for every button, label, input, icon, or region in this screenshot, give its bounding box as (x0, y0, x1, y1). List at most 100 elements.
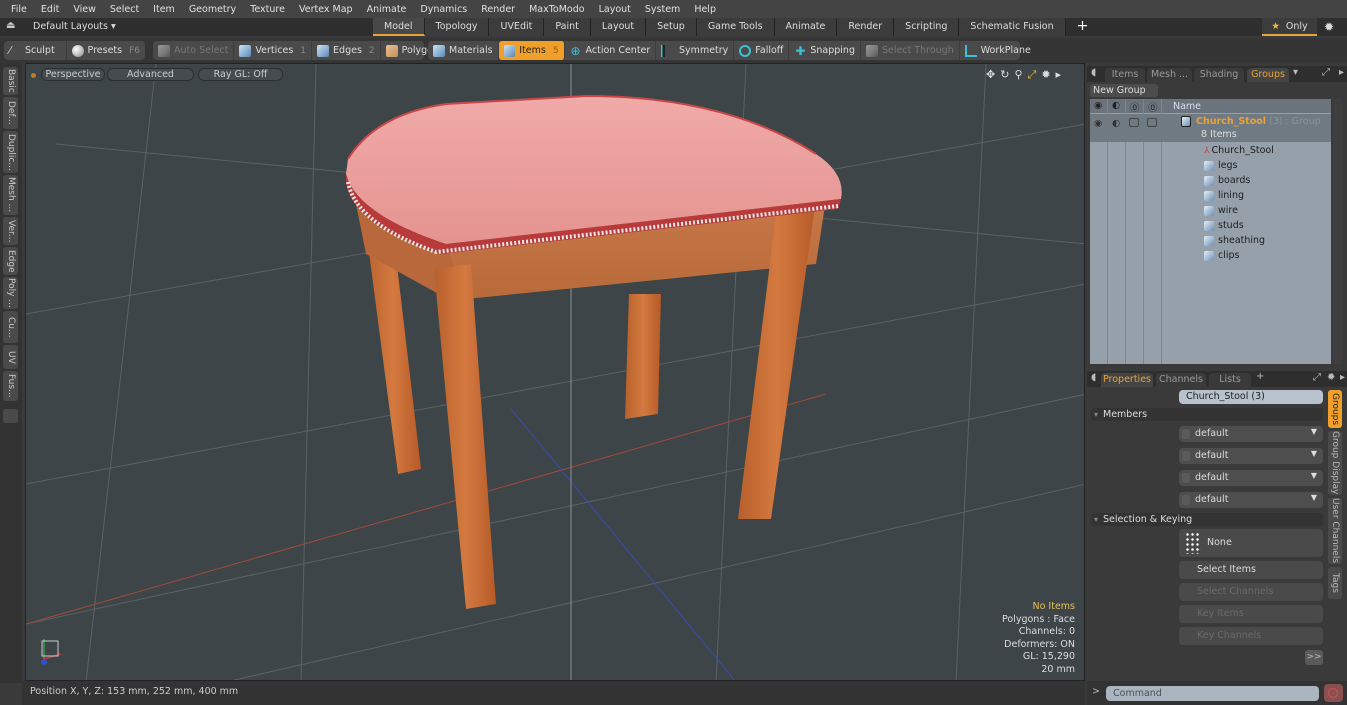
menu-edit[interactable]: Edit (34, 4, 66, 15)
tab-mesh[interactable]: Mesh ... (1147, 68, 1192, 82)
tab-lists[interactable]: Lists (1209, 373, 1251, 387)
expand-button[interactable]: >> (1305, 650, 1323, 665)
only-toggle[interactable]: ★ Only (1262, 18, 1317, 36)
list-item[interactable]: clips (1090, 248, 1331, 263)
list-item[interactable]: lining (1090, 188, 1331, 203)
render-toggle-icon[interactable]: ◐ (1112, 118, 1120, 129)
visible-dropdown[interactable]: default ▼ (1179, 426, 1323, 442)
tab-scripting[interactable]: Scripting (894, 18, 960, 36)
left-tab-edge[interactable]: Edge (3, 247, 18, 275)
group-list-scrollbar[interactable] (1333, 99, 1343, 364)
tab-properties[interactable]: Properties (1101, 373, 1153, 387)
menu-animate[interactable]: Animate (360, 4, 414, 15)
home-icon[interactable]: ⏏ (6, 20, 18, 34)
tab-topology[interactable]: Topology (424, 18, 490, 36)
list-item[interactable]: wire (1090, 203, 1331, 218)
left-tab-polygon[interactable]: Poly ... (3, 277, 18, 309)
action-center-button[interactable]: ⊕ Action Center (565, 41, 657, 60)
viewport-arrow-icon[interactable]: ▸ (1056, 68, 1062, 82)
left-tab-extra[interactable] (3, 409, 18, 423)
group-row-church-stool[interactable]: ◉ ◐ Church_Stool (3) : Group 8 Items (1090, 114, 1331, 142)
menu-geometry[interactable]: Geometry (182, 4, 243, 15)
panel-arrow-icon[interactable]: ▸ (1340, 372, 1345, 383)
tabs-dropdown-icon[interactable]: ▾ (1293, 67, 1298, 78)
locked-dropdown[interactable]: default ▼ (1179, 492, 1323, 508)
sculpt-button[interactable]: ⁄ Sculpt (4, 41, 67, 60)
menu-system[interactable]: System (638, 4, 687, 15)
presets-button[interactable]: Presets F6 (67, 41, 145, 60)
viewport-gear-icon[interactable]: ✹ (1041, 68, 1050, 82)
menu-file[interactable]: File (4, 4, 34, 15)
left-tab-deform[interactable]: Def... (3, 97, 18, 129)
members-section[interactable]: Members (1091, 408, 1323, 421)
list-item[interactable]: ⅄ Church_Stool (1090, 143, 1331, 158)
menu-render[interactable]: Render (474, 4, 522, 15)
side-tab-user-channels[interactable]: User Channels (1328, 498, 1342, 564)
panel-menu-icon[interactable]: ◖ (1091, 372, 1096, 383)
viewport-menu-dot[interactable] (31, 73, 36, 78)
group-name-field[interactable]: Church_Stool (3) (1179, 390, 1323, 404)
command-input[interactable]: Command (1106, 686, 1319, 701)
select-toggle[interactable] (1129, 118, 1139, 127)
add-tab-button[interactable]: + (1066, 18, 1089, 36)
select-through-button[interactable]: Select Through (861, 41, 960, 60)
left-tab-vertex[interactable]: Ver... (3, 217, 18, 245)
menu-layout[interactable]: Layout (592, 4, 638, 15)
materials-button[interactable]: Materials (428, 41, 499, 60)
menu-help[interactable]: Help (687, 4, 723, 15)
left-tab-duplicate[interactable]: Duplic... (3, 131, 18, 173)
edges-button[interactable]: Edges 2 (312, 41, 381, 60)
tab-shading[interactable]: Shading (1194, 68, 1244, 82)
menu-item[interactable]: Item (146, 4, 182, 15)
panel-gear-icon[interactable]: ✹ (1327, 372, 1335, 383)
gear-icon[interactable]: ✹ (1324, 20, 1334, 34)
select-items-button[interactable]: Select Items (1179, 561, 1323, 579)
list-item[interactable]: legs (1090, 158, 1331, 173)
shading-dropdown[interactable]: Advanced (107, 68, 194, 81)
left-tab-mesh[interactable]: Mesh ... (3, 175, 18, 215)
rotate-icon[interactable]: ↻ (1000, 68, 1009, 82)
symmetry-button[interactable]: Symmetry (656, 41, 735, 60)
render-column-icon[interactable]: ◐ (1112, 100, 1120, 111)
left-tab-curve[interactable]: Cu... (3, 311, 18, 343)
menu-vertex-map[interactable]: Vertex Map (292, 4, 360, 15)
select-channels-button[interactable]: Select Channels (1179, 583, 1323, 601)
expand-panel-icon[interactable]: ⤢ (1313, 372, 1321, 383)
tab-render[interactable]: Render (837, 18, 895, 36)
default-layouts-dropdown[interactable]: Default Layouts ▾ (33, 21, 116, 32)
vertices-button[interactable]: Vertices 1 (234, 41, 313, 60)
list-item[interactable]: boards (1090, 173, 1331, 188)
select-column-icon[interactable]: ⓪ (1130, 100, 1140, 114)
tab-schematic-fusion[interactable]: Schematic Fusion (959, 18, 1066, 36)
visibility-column-icon[interactable]: ◉ (1094, 100, 1102, 111)
workplane-button[interactable]: WorkPlane (960, 41, 1036, 60)
render-dropdown[interactable]: default ▼ (1179, 448, 1323, 464)
key-items-button[interactable]: Key Items (1179, 605, 1323, 623)
maximize-icon[interactable]: ⤢ (1028, 68, 1037, 82)
menu-select[interactable]: Select (103, 4, 146, 15)
expand-panel-icon[interactable]: ⤢ (1322, 67, 1330, 78)
left-tab-fusion[interactable]: Fus... (3, 371, 18, 401)
side-tab-groups[interactable]: Groups (1328, 390, 1342, 428)
tab-channels[interactable]: Channels (1156, 373, 1206, 387)
panel-menu-icon[interactable]: ◖ (1091, 67, 1096, 78)
tab-items[interactable]: Items (1105, 68, 1145, 82)
menu-maxtomodo[interactable]: MaxToModo (522, 4, 592, 15)
lock-column-icon[interactable]: ⓪ (1148, 100, 1158, 114)
tab-setup[interactable]: Setup (646, 18, 697, 36)
panel-arrow-icon[interactable]: ▸ (1339, 67, 1344, 78)
snapping-button[interactable]: ✚ Snapping (789, 41, 861, 60)
3d-viewport[interactable]: Perspective Advanced Ray GL: Off ✥ ↻ ⚲ ⤢… (25, 63, 1085, 681)
add-tab-icon[interactable]: + (1256, 371, 1264, 382)
menu-dynamics[interactable]: Dynamics (413, 4, 474, 15)
raygl-toggle[interactable]: Ray GL: Off (198, 68, 283, 81)
selectable-dropdown[interactable]: default ▼ (1179, 470, 1323, 486)
falloff-button[interactable]: Falloff (734, 41, 790, 60)
list-item[interactable]: studs (1090, 218, 1331, 233)
list-item[interactable]: sheathing (1090, 233, 1331, 248)
pan-icon[interactable]: ✥ (986, 68, 995, 82)
menu-view[interactable]: View (66, 4, 103, 15)
selection-set-none-button[interactable]: None (1179, 529, 1323, 557)
tab-animate[interactable]: Animate (774, 18, 838, 36)
left-tab-uv[interactable]: UV (3, 345, 18, 369)
